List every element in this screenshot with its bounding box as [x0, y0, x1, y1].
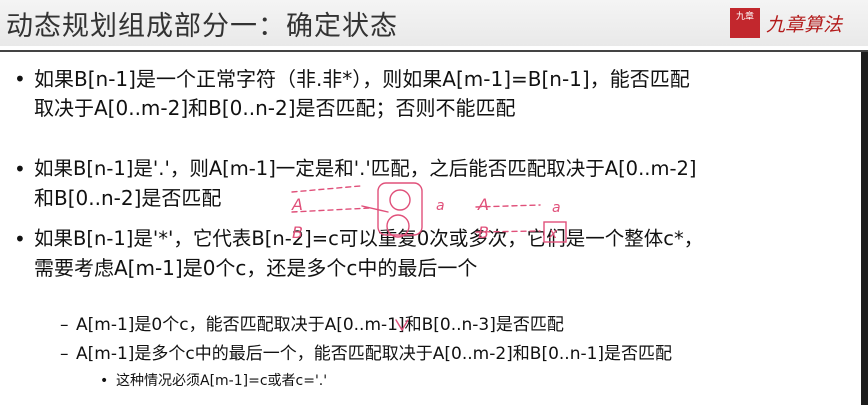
hand-x-mark: x — [548, 226, 558, 242]
hand-b-right: B — [478, 223, 489, 242]
hand-a-right-tail: a — [552, 200, 561, 216]
hand-a-small: a — [436, 198, 445, 214]
hand-b-left: B — [292, 223, 303, 242]
hand-a-right: A — [477, 195, 489, 214]
hand-a-left: A — [291, 195, 303, 214]
handwritten-annotations: A B a A B a x — [291, 182, 567, 332]
